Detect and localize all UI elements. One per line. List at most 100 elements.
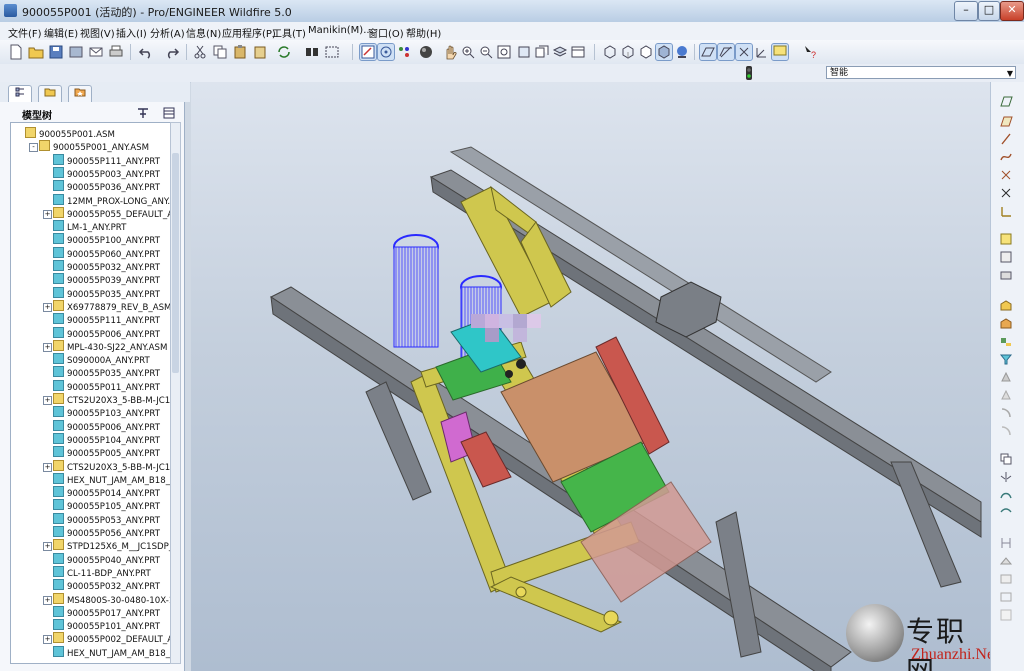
paste-icon[interactable] — [232, 44, 248, 60]
context-help-icon[interactable]: ? — [802, 44, 818, 60]
tree-row[interactable]: 900055P036_ANY.PRT — [53, 180, 160, 193]
menu-edit[interactable]: 编辑(E) — [44, 25, 78, 40]
rib-icon[interactable] — [999, 388, 1013, 402]
menu-applications[interactable]: 应用程序(P) — [222, 25, 276, 40]
layers-icon[interactable] — [552, 44, 568, 60]
zoom-out-icon[interactable] — [478, 44, 494, 60]
selection-filter-dropdown[interactable]: 智能 ▼ — [826, 66, 1016, 79]
tree-row[interactable]: S090000A_ANY.PRT — [53, 353, 150, 366]
datum-axis-icon[interactable] — [999, 132, 1013, 146]
wireframe-icon[interactable] — [602, 44, 618, 60]
tree-row[interactable]: 900055P105_ANY.PRT — [53, 499, 160, 512]
tab-favorites[interactable] — [68, 85, 92, 102]
new-file-icon[interactable] — [8, 44, 24, 60]
datum-plane-icon[interactable] — [999, 114, 1013, 128]
tree-row[interactable]: 900055P060_ANY.PRT — [53, 246, 160, 260]
collapse-icon[interactable]: - — [29, 143, 38, 153]
tree-row[interactable]: 900055P101_ANY.PRT — [53, 619, 160, 632]
shading-icon[interactable] — [655, 43, 673, 61]
menu-help[interactable]: 帮助(H) — [406, 25, 441, 40]
tree-row[interactable]: 900055P014_ANY.PRT — [53, 486, 160, 499]
tree-row[interactable]: CL-11-BDP_ANY.PRT — [53, 565, 151, 579]
maximize-button[interactable]: □ — [978, 1, 1000, 21]
menu-insert[interactable]: 插入(I) — [116, 25, 147, 40]
regenerate-icon[interactable] — [276, 44, 292, 60]
tree-row[interactable]: + X69778879_REV_B_ASM_ANY- — [43, 299, 171, 313]
tree-row[interactable]: LM-1_ANY.PRT — [53, 220, 126, 233]
analysis-icon[interactable] — [999, 268, 1013, 282]
tree-row[interactable]: HEX_NUT_JAM_AM_B18_2_4_5 — [53, 472, 171, 486]
refit-icon[interactable] — [496, 44, 512, 60]
close-button[interactable]: ✕ — [1000, 1, 1024, 21]
menu-analysis[interactable]: 分析(A) — [150, 25, 185, 40]
tree-row[interactable]: 12MM_PROX-LONG_ANY.PRT — [53, 193, 171, 207]
spin-center-icon[interactable] — [377, 43, 395, 61]
graphics-viewport[interactable]: 专职网 Zhuanzhi.Net — [191, 82, 990, 671]
hole-icon[interactable] — [999, 352, 1013, 366]
saved-views-icon[interactable] — [534, 44, 550, 60]
datum-points-icon[interactable] — [735, 43, 753, 61]
assembly-model[interactable] — [191, 82, 990, 671]
tree-row[interactable]: 900055P053_ANY.PRT — [53, 512, 160, 526]
expand-icon[interactable]: + — [43, 396, 52, 405]
project-icon[interactable] — [999, 554, 1013, 568]
menu-info[interactable]: 信息(N) — [186, 25, 221, 40]
tree-row[interactable]: 900055P111_ANY.PRT — [53, 313, 160, 326]
find-icon[interactable] — [304, 44, 320, 60]
redo-icon[interactable] — [164, 44, 180, 60]
expand-icon[interactable]: + — [43, 635, 52, 645]
revolve-icon[interactable] — [999, 316, 1013, 330]
tree-row[interactable]: 900055P104_ANY.PRT — [53, 432, 160, 446]
mirror-icon[interactable] — [999, 470, 1013, 484]
save-icon[interactable] — [48, 44, 64, 60]
tab-folder-browser[interactable] — [38, 85, 62, 102]
tree-settings-icon[interactable] — [136, 106, 150, 120]
shell-icon[interactable] — [999, 370, 1013, 384]
menu-tools[interactable]: 工具(T) — [272, 25, 306, 40]
annotations-icon[interactable] — [771, 43, 789, 61]
datum-planes-icon[interactable] — [699, 43, 717, 61]
tab-model-tree[interactable] — [8, 85, 32, 102]
coordinate-systems-icon[interactable] — [754, 44, 770, 60]
scrollbar-thumb[interactable] — [172, 153, 179, 373]
shading-sphere-icon[interactable] — [418, 44, 434, 60]
tree-row[interactable]: - 900055P001_ANY.ASM — [29, 140, 149, 153]
tree-row[interactable]: + MS4800S-30-0480-10X-10R-L — [43, 592, 171, 606]
paste-special-icon[interactable] — [252, 44, 268, 60]
datum-axes-icon[interactable] — [717, 43, 735, 61]
trim-icon[interactable] — [999, 506, 1013, 520]
coordinate-system-tool-icon[interactable] — [999, 204, 1013, 218]
sketch-tool-icon[interactable] — [999, 232, 1013, 246]
tree-row[interactable]: +900055P055_DEFAULT_AS_MA — [43, 206, 171, 220]
tree-row[interactable]: 900055P032_ANY.PRT — [53, 579, 160, 592]
tree-row[interactable]: 900055P003_ANY.PRT — [53, 166, 160, 180]
tree-row[interactable]: + CTS2U20X3_5-BB-M-JC1STP-( — [43, 393, 171, 406]
tree-row[interactable]: 900055P032_ANY.PRT — [53, 260, 160, 273]
tree-row[interactable]: 900055P039_ANY.PRT — [53, 273, 160, 286]
tree-row[interactable]: 900055P001.ASM — [25, 127, 115, 140]
select-box-icon[interactable] — [324, 44, 340, 60]
no-hidden-icon[interactable] — [638, 44, 654, 60]
tree-row[interactable]: + CTS2U20X3_5-BB-M-JC1STP-( — [43, 459, 171, 473]
tree-row[interactable]: 900055P056_ANY.PRT — [53, 526, 160, 539]
expand-icon[interactable]: + — [43, 595, 52, 605]
tree-columns-icon[interactable] — [162, 106, 176, 120]
zoom-in-icon[interactable] — [460, 44, 476, 60]
print-icon[interactable] — [108, 44, 124, 60]
expand-icon[interactable]: + — [43, 542, 52, 552]
chamfer-icon[interactable] — [999, 424, 1013, 438]
tree-row[interactable]: 900055P017_ANY.PRT — [53, 605, 160, 619]
tree-row[interactable]: 900055P006_ANY.PRT — [53, 419, 160, 433]
solidify-icon[interactable] — [999, 608, 1013, 622]
merge-icon[interactable] — [999, 488, 1013, 502]
expand-icon[interactable]: + — [43, 302, 52, 312]
menu-view[interactable]: 视图(V) — [80, 25, 115, 40]
sketched-curve-icon[interactable] — [999, 150, 1013, 164]
view-manager-icon[interactable] — [570, 44, 586, 60]
tree-row[interactable]: 900055P103_ANY.PRT — [53, 406, 160, 419]
tree-row[interactable]: 900055P005_ANY.PRT — [53, 446, 160, 459]
save-copy-icon[interactable] — [68, 44, 84, 60]
round-icon[interactable] — [999, 406, 1013, 420]
repaint-icon[interactable] — [359, 43, 377, 61]
tree-row[interactable]: 900055P040_ANY.PRT — [53, 552, 160, 566]
